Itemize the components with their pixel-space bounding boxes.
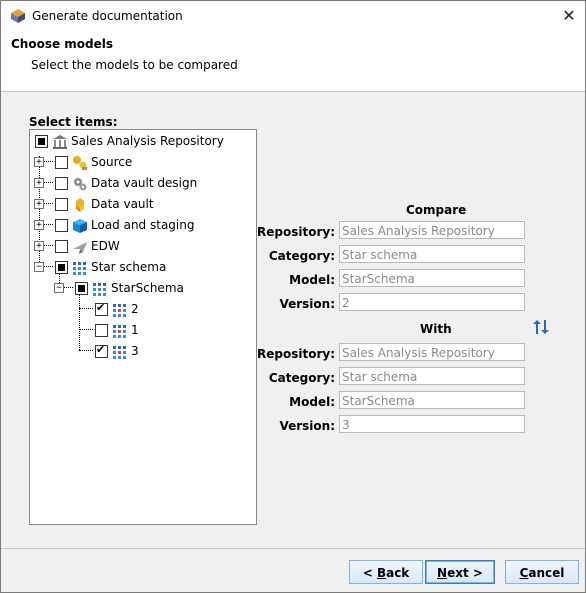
select-items-label: Select items:	[29, 115, 118, 129]
data-vault-icon	[76, 198, 84, 212]
edw-checkbox[interactable]	[55, 240, 68, 253]
star-schema-label: Star schema	[91, 260, 167, 274]
collapse-icon[interactable]: −	[34, 262, 44, 272]
next-button-mnemonic: N	[437, 566, 448, 580]
with-category-field[interactable]: Star schema	[339, 367, 525, 385]
grid-icon	[113, 304, 126, 317]
with-model-field[interactable]: StarSchema	[339, 391, 525, 409]
tree-node-version[interactable]: 1	[30, 321, 254, 341]
expand-icon[interactable]: +	[34, 178, 44, 188]
tree-node-version[interactable]: 3	[30, 342, 254, 362]
tree-node-root[interactable]: Sales Analysis Repository	[30, 132, 254, 152]
model-tree[interactable]: Sales Analysis Repository + Source + Dat…	[29, 129, 257, 525]
data-vault-design-label: Data vault design	[91, 176, 198, 190]
cancel-button-rest: ancel	[528, 566, 565, 580]
compare-category-label: Category:	[268, 249, 335, 263]
compare-repository-field[interactable]: Sales Analysis Repository	[339, 221, 525, 239]
next-button[interactable]: Next >	[425, 560, 495, 584]
tree-node-source[interactable]: + Source	[30, 153, 254, 173]
tree-node-version[interactable]: 2	[30, 300, 254, 320]
back-button-mnemonic: B	[376, 566, 387, 580]
model-checkbox[interactable]	[75, 282, 88, 295]
tree-node-data-vault-design[interactable]: + Data vault design	[30, 174, 254, 194]
with-version-label: Version:	[279, 419, 335, 433]
swap-icon[interactable]	[532, 319, 550, 335]
model-label: StarSchema	[111, 281, 184, 295]
tree-node-edw[interactable]: + EDW	[30, 237, 254, 257]
with-model-label: Model:	[289, 395, 335, 409]
gear-icon	[74, 178, 87, 191]
compare-version-field[interactable]: 2	[339, 293, 525, 311]
window-title: Generate documentation	[32, 9, 183, 23]
source-label: Source	[91, 155, 133, 169]
with-category-label: Category:	[268, 371, 335, 385]
tree-node-model[interactable]: − StarSchema	[30, 279, 254, 299]
close-button[interactable]: ✕	[557, 5, 581, 27]
with-repository-field[interactable]: Sales Analysis Repository	[339, 343, 525, 361]
cube-icon	[73, 219, 87, 233]
root-label: Sales Analysis Repository	[71, 134, 224, 148]
compare-title: Compare	[406, 203, 467, 217]
grid-icon	[93, 283, 106, 296]
star-schema-checkbox[interactable]	[55, 261, 68, 274]
title-bar: Generate documentation ✕	[1, 1, 585, 31]
version-label: 2	[131, 302, 139, 316]
step-title: Choose models	[11, 37, 114, 51]
with-repository-label: Repository:	[257, 347, 335, 361]
version-label: 3	[131, 344, 139, 358]
edw-label: EDW	[91, 239, 120, 253]
back-button-rest: ack	[386, 566, 410, 580]
compare-model-field[interactable]: StarSchema	[339, 269, 525, 287]
version-label: 1	[131, 323, 139, 337]
compare-repository-label: Repository:	[257, 225, 335, 239]
expand-icon[interactable]: +	[34, 220, 44, 230]
step-subtitle: Select the models to be compared	[31, 58, 238, 72]
data-vault-design-checkbox[interactable]	[55, 177, 68, 190]
expand-icon[interactable]: +	[34, 157, 44, 167]
data-vault-label: Data vault	[91, 197, 154, 211]
tree-node-star-schema[interactable]: − Star schema	[30, 258, 254, 278]
root-checkbox[interactable]	[35, 135, 48, 148]
footer-divider	[1, 548, 585, 549]
with-version-field[interactable]: 3	[339, 415, 525, 433]
compare-category-field[interactable]: Star schema	[339, 245, 525, 263]
bank-icon	[53, 135, 67, 149]
data-vault-checkbox[interactable]	[55, 198, 68, 211]
compare-model-label: Model:	[289, 273, 335, 287]
plane-icon	[73, 242, 87, 254]
source-checkbox[interactable]	[55, 156, 68, 169]
version-checkbox[interactable]	[95, 301, 108, 316]
grid-icon	[73, 262, 86, 275]
source-icon	[73, 156, 87, 170]
back-button-prefix: <	[362, 566, 377, 580]
next-button-rest: ext >	[447, 566, 483, 580]
wizard-header: Choose models Select the models to be co…	[1, 31, 585, 92]
cancel-button[interactable]: Cancel	[505, 560, 579, 584]
collapse-icon[interactable]: −	[54, 283, 64, 293]
back-button[interactable]: < Back	[349, 560, 423, 584]
compare-version-label: Version:	[279, 297, 335, 311]
app-logo-icon	[11, 9, 25, 23]
expand-icon[interactable]: +	[34, 241, 44, 251]
load-and-staging-label: Load and staging	[91, 218, 195, 232]
version-checkbox[interactable]	[95, 343, 108, 358]
grid-icon	[113, 346, 126, 359]
tree-node-data-vault[interactable]: + Data vault	[30, 195, 254, 215]
grid-icon	[113, 325, 126, 338]
dialog-window: Generate documentation ✕ Choose models S…	[0, 0, 586, 593]
tree-node-load-and-staging[interactable]: + Load and staging	[30, 216, 254, 236]
with-title: With	[420, 322, 452, 336]
expand-icon[interactable]: +	[34, 199, 44, 209]
load-and-staging-checkbox[interactable]	[55, 219, 68, 232]
version-checkbox[interactable]	[95, 324, 108, 337]
